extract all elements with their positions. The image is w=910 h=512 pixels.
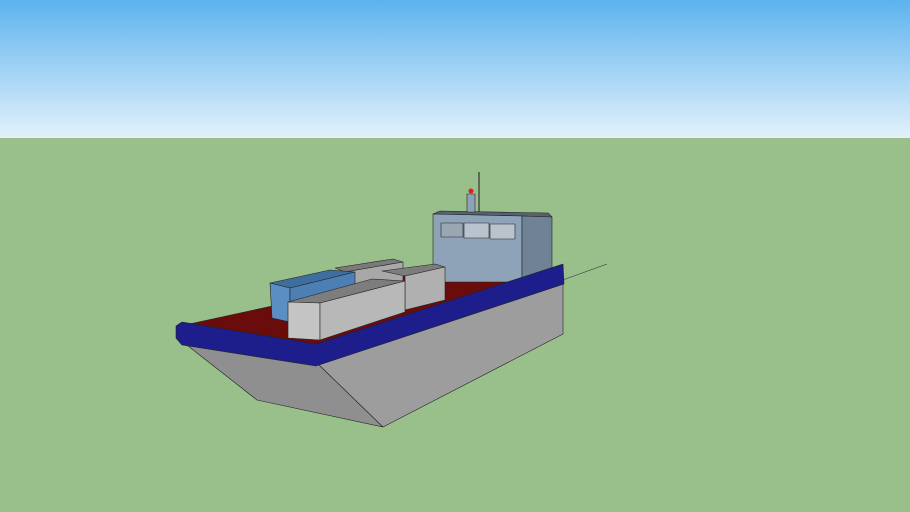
container-blue-end bbox=[269, 282, 291, 323]
sketchup-viewport[interactable] bbox=[0, 0, 910, 512]
funnel bbox=[466, 193, 476, 213]
container-front-end bbox=[287, 301, 321, 341]
cabin-window bbox=[463, 222, 490, 239]
beacon-light bbox=[468, 188, 474, 194]
sky bbox=[0, 0, 910, 138]
cabin-window bbox=[440, 222, 464, 238]
cabin-window bbox=[489, 223, 516, 240]
